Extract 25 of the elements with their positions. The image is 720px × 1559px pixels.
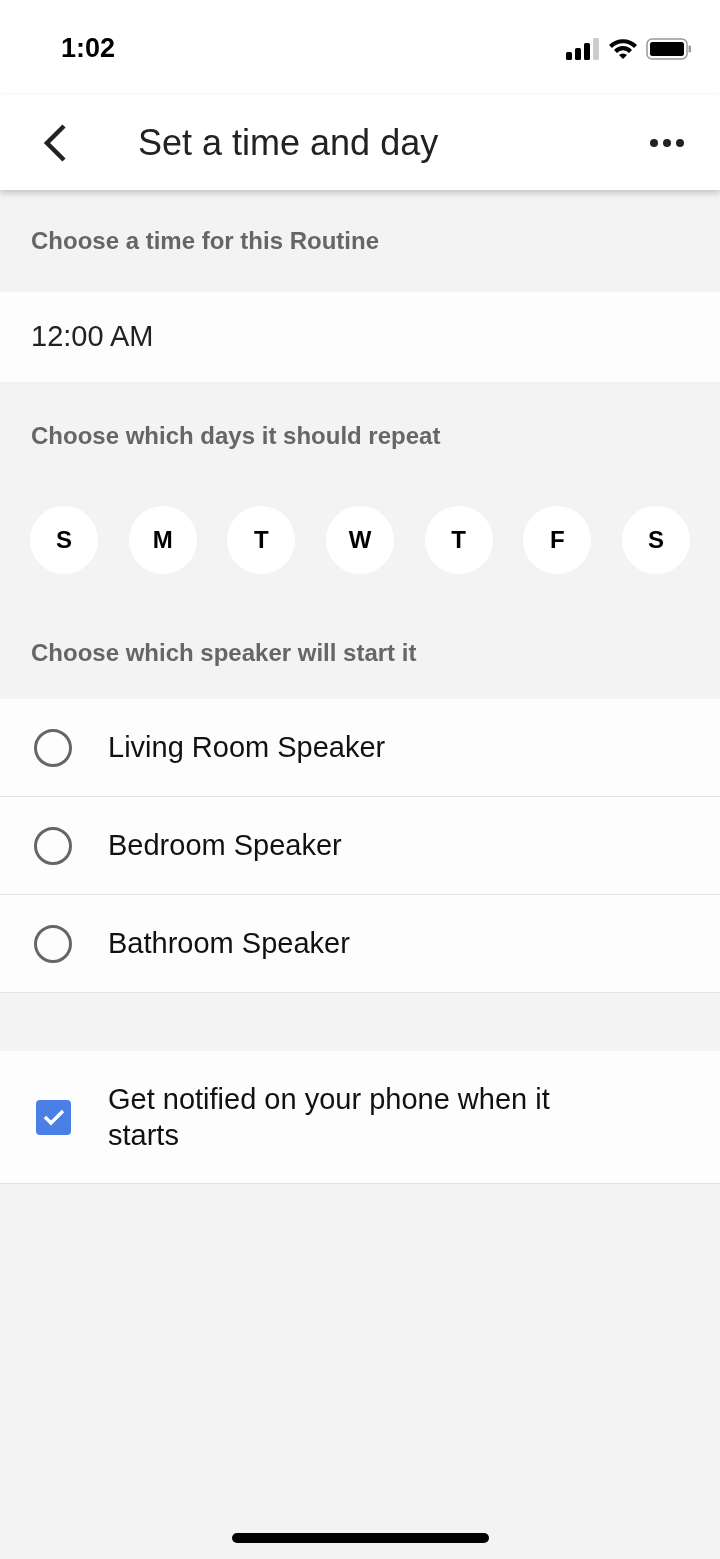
speaker-option[interactable]: Bedroom Speaker (0, 797, 720, 895)
checkmark-icon (41, 1107, 66, 1127)
section-label: Choose which speaker will start it (31, 637, 417, 668)
speaker-option[interactable]: Living Room Speaker (0, 699, 720, 797)
section-label: Choose which days it should repeat (31, 421, 441, 451)
day-toggle[interactable]: W (325, 506, 394, 574)
section-label: Choose a time for this Routine (31, 226, 380, 256)
status-time: 1:02 (61, 32, 116, 66)
day-toggle[interactable]: S (30, 506, 98, 574)
day-toggle[interactable]: T (424, 506, 493, 574)
page-title: Set a time and day (138, 120, 440, 165)
radio-button[interactable] (34, 924, 72, 963)
day-toggle[interactable]: F (523, 506, 592, 574)
radio-button[interactable] (34, 826, 72, 865)
day-toggle[interactable]: M (128, 506, 197, 574)
day-toggle[interactable]: S (621, 506, 690, 574)
signal-icon (566, 37, 600, 60)
speaker-option[interactable]: Bathroom Speaker (0, 895, 720, 993)
notification-label: Get notified on your phone when it starts (108, 1082, 551, 1153)
day-toggle[interactable]: T (227, 506, 296, 574)
wifi-icon (608, 37, 638, 60)
radio-button[interactable] (34, 728, 72, 767)
checkbox[interactable] (36, 1099, 71, 1135)
battery-icon (646, 37, 692, 60)
time-field[interactable]: 12:00 AM (0, 292, 720, 382)
